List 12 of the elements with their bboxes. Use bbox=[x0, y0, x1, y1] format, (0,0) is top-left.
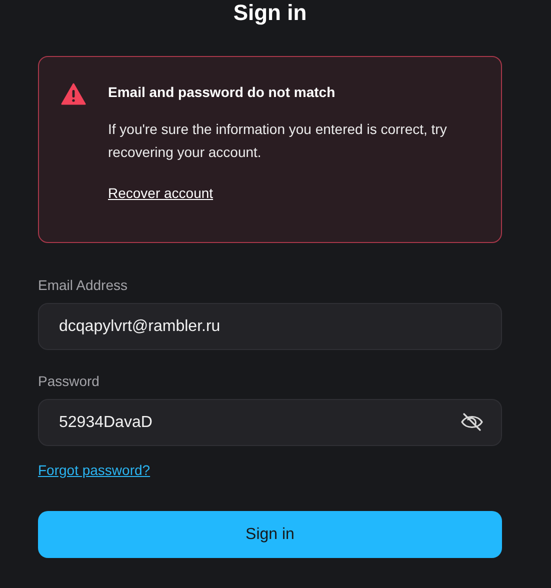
warning-icon bbox=[61, 83, 86, 105]
alert-message: If you're sure the information you entered is correct, try recovering your account. bbox=[108, 120, 448, 162]
sign-in-button[interactable]: Sign in bbox=[38, 511, 502, 558]
field-label: Email Address bbox=[38, 276, 128, 294]
field-label: Password bbox=[38, 372, 100, 390]
alert-heading: Email and password do not match bbox=[108, 83, 336, 101]
page-title: Sign in bbox=[232, 0, 308, 26]
eye-off-icon[interactable] bbox=[460, 411, 484, 433]
password-field[interactable]: 52934DavaD bbox=[38, 399, 502, 446]
email-field[interactable]: dcqapylvrt@rambler.ru bbox=[38, 303, 502, 350]
forgot-password-link[interactable]: Forgot password? bbox=[38, 462, 150, 478]
recover-account-link[interactable]: Recover account bbox=[108, 185, 214, 201]
